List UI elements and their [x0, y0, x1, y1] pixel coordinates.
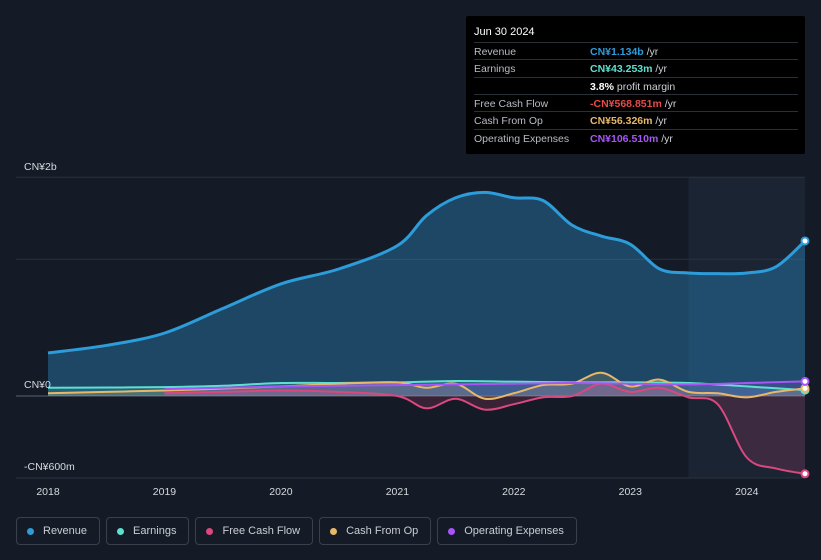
legend-label: Earnings — [133, 525, 177, 537]
tooltip-label: Earnings — [474, 63, 516, 76]
x-tick-label: 2021 — [386, 486, 410, 498]
tooltip-value: -CN¥568.851m /yr — [590, 97, 677, 110]
y-tick-label: CN¥0 — [24, 379, 51, 391]
tooltip-label: Cash From Op — [474, 115, 543, 128]
tooltip-date: Jun 30 2024 — [474, 26, 535, 38]
x-tick-label: 2018 — [36, 486, 60, 498]
legend-dot-icon — [27, 527, 34, 535]
tooltip-row: Free Cash Flow -CN¥568.851m /yr — [474, 93, 798, 112]
tooltip-row: Revenue CN¥1.134b /yr — [474, 42, 798, 60]
endpoint-free-cash-flow — [800, 469, 810, 479]
legend-dot-icon — [330, 527, 338, 535]
legend-label: Operating Expenses — [464, 525, 564, 537]
legend: Revenue Earnings Free Cash Flow Cash From O… — [16, 517, 577, 545]
legend-item-cash-from-op[interactable]: Cash From Op — [319, 517, 432, 545]
legend-dot-icon — [117, 527, 125, 535]
legend-dot-icon — [206, 527, 214, 535]
endpoint-revenue — [800, 236, 810, 246]
tooltip-value: CN¥1.134b /yr — [590, 46, 659, 58]
legend-label: Free Cash Flow — [222, 525, 301, 537]
legend-dot-icon — [448, 527, 456, 535]
tooltip-row: Earnings CN¥43.253m /yr — [474, 59, 798, 77]
x-tick-label: 2022 — [502, 486, 526, 498]
endpoint-cash-from-op — [800, 383, 810, 393]
legend-label: Cash From Op — [346, 525, 419, 537]
tooltip-label: Revenue — [474, 46, 517, 58]
x-tick-label: 2024 — [735, 486, 759, 498]
y-tick-label: -CN¥600m — [24, 461, 75, 473]
tooltip-row: Operating Expenses CN¥106.510m /yr — [474, 128, 798, 147]
tooltip-value: CN¥56.326m /yr — [590, 115, 668, 128]
x-tick-label: 2023 — [619, 486, 643, 498]
endpoint-operating-expenses — [800, 376, 810, 386]
y-tick-label: CN¥2b — [24, 161, 57, 173]
x-tick-label: 2020 — [269, 486, 293, 498]
legend-item-operating-expenses[interactable]: Operating Expenses — [437, 517, 577, 545]
tooltip: Jun 30 2024 Revenue CN¥1.134b /yr Earnings… — [466, 16, 805, 154]
legend-item-free-cash-flow[interactable]: Free Cash Flow — [195, 517, 314, 545]
tooltip-label: Free Cash Flow — [474, 97, 549, 110]
tooltip-row: 3.8% profit margin — [474, 76, 798, 95]
legend-item-earnings[interactable]: Earnings — [106, 517, 190, 545]
tooltip-label: Operating Expenses — [474, 132, 570, 145]
tooltip-value: 3.8% profit margin — [590, 80, 676, 93]
tooltip-value: CN¥106.510m /yr — [590, 132, 673, 145]
legend-item-revenue[interactable]: Revenue — [16, 517, 101, 545]
tooltip-value: CN¥43.253m /yr — [590, 63, 668, 76]
legend-label: Revenue — [43, 525, 88, 537]
tooltip-row: Cash From Op CN¥56.326m /yr — [474, 111, 798, 129]
x-tick-label: 2019 — [153, 486, 177, 498]
